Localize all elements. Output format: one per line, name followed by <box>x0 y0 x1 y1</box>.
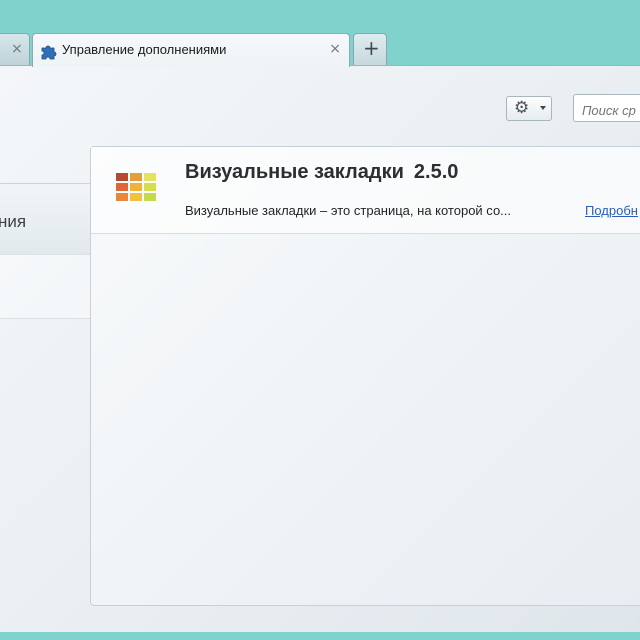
addon-name: Визуальные закладки <box>185 161 404 183</box>
addon-description: Визуальные закладки – это страница, на к… <box>185 203 512 218</box>
addon-list: Визуальные закладки 2.5.0 Визуальные закл… <box>90 146 640 606</box>
new-tab-button[interactable]: + <box>353 33 387 65</box>
window-frame-bottom <box>0 632 640 640</box>
addon-title: Визуальные закладки 2.5.0 <box>185 161 458 184</box>
close-tab-icon[interactable]: × <box>329 41 341 57</box>
tab-title: Управление дополнениями <box>62 42 227 57</box>
tab-previous[interactable]: × <box>0 33 30 65</box>
gear-icon: ⚙ <box>514 98 530 118</box>
addon-list-item[interactable]: Визуальные закладки 2.5.0 Визуальные закл… <box>91 147 640 234</box>
puzzle-icon <box>41 45 57 60</box>
close-tab-icon[interactable]: × <box>11 41 23 57</box>
search-input[interactable] <box>573 94 640 122</box>
sidebar-item-label: ния <box>0 212 27 231</box>
tab-strip: × Управление дополнениями × + <box>0 0 640 67</box>
addons-manager-page: ⚙ ния Визуальные закладки 2.5.0 Визуальны… <box>0 65 640 636</box>
tab-addons-manager[interactable]: Управление дополнениями × <box>32 33 350 67</box>
plus-icon: + <box>363 36 380 60</box>
visual-bookmarks-grid-icon <box>116 173 156 201</box>
sidebar-item[interactable] <box>0 254 92 319</box>
addon-version: 2.5.0 <box>413 161 459 183</box>
dropdown-caret-icon <box>540 106 546 110</box>
addon-more-link[interactable]: Подробн <box>585 203 638 218</box>
sidebar-item-extensions[interactable]: ния <box>0 183 92 255</box>
tools-menu-button[interactable]: ⚙ <box>506 96 552 121</box>
